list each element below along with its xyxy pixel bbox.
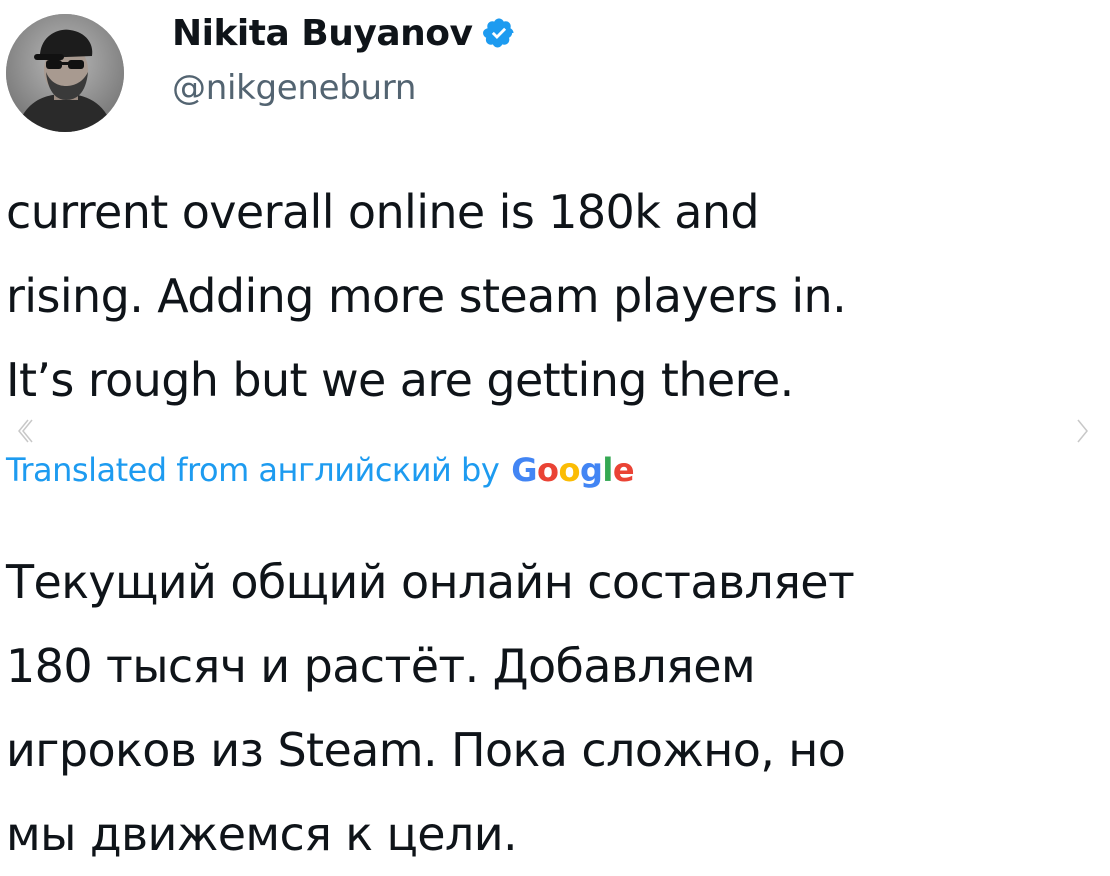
chevron-right-icon[interactable] <box>1072 416 1092 446</box>
translated-text-line: игроков из Steam. Пока сложно, но <box>6 723 846 777</box>
chevron-left-icon[interactable] <box>14 416 34 446</box>
verified-badge-icon <box>482 16 516 50</box>
author-name[interactable]: Nikita Buyanov <box>172 13 473 54</box>
translated-text-line: мы движемся к цели. <box>6 807 518 861</box>
avatar[interactable] <box>6 14 124 132</box>
tweet-header: Nikita Buyanov @nikgeneburn <box>0 0 1110 150</box>
tweet-text-line: It’s rough but we are getting there. <box>6 353 794 407</box>
tweet-text: current overall online is 180k and risin… <box>6 170 1106 422</box>
translated-text-line: Текущий общий онлайн составляет <box>6 555 855 609</box>
author-name-row[interactable]: Nikita Buyanov <box>172 8 516 58</box>
translation-label[interactable]: Translated from английский by <box>6 451 500 489</box>
translated-text-line: 180 тысяч и растёт. Добавляем <box>6 639 756 693</box>
user-photo-icon <box>6 14 124 132</box>
tweet-text-line: current overall online is 180k and <box>6 185 760 239</box>
google-logo: Google <box>511 451 635 489</box>
translated-text: Текущий общий онлайн составляет 180 тыся… <box>6 540 1106 876</box>
tweet-text-line: rising. Adding more steam players in. <box>6 269 847 323</box>
translation-attribution[interactable]: Translated from английский by Google <box>6 446 635 494</box>
author-handle[interactable]: @nikgeneburn <box>172 68 416 108</box>
